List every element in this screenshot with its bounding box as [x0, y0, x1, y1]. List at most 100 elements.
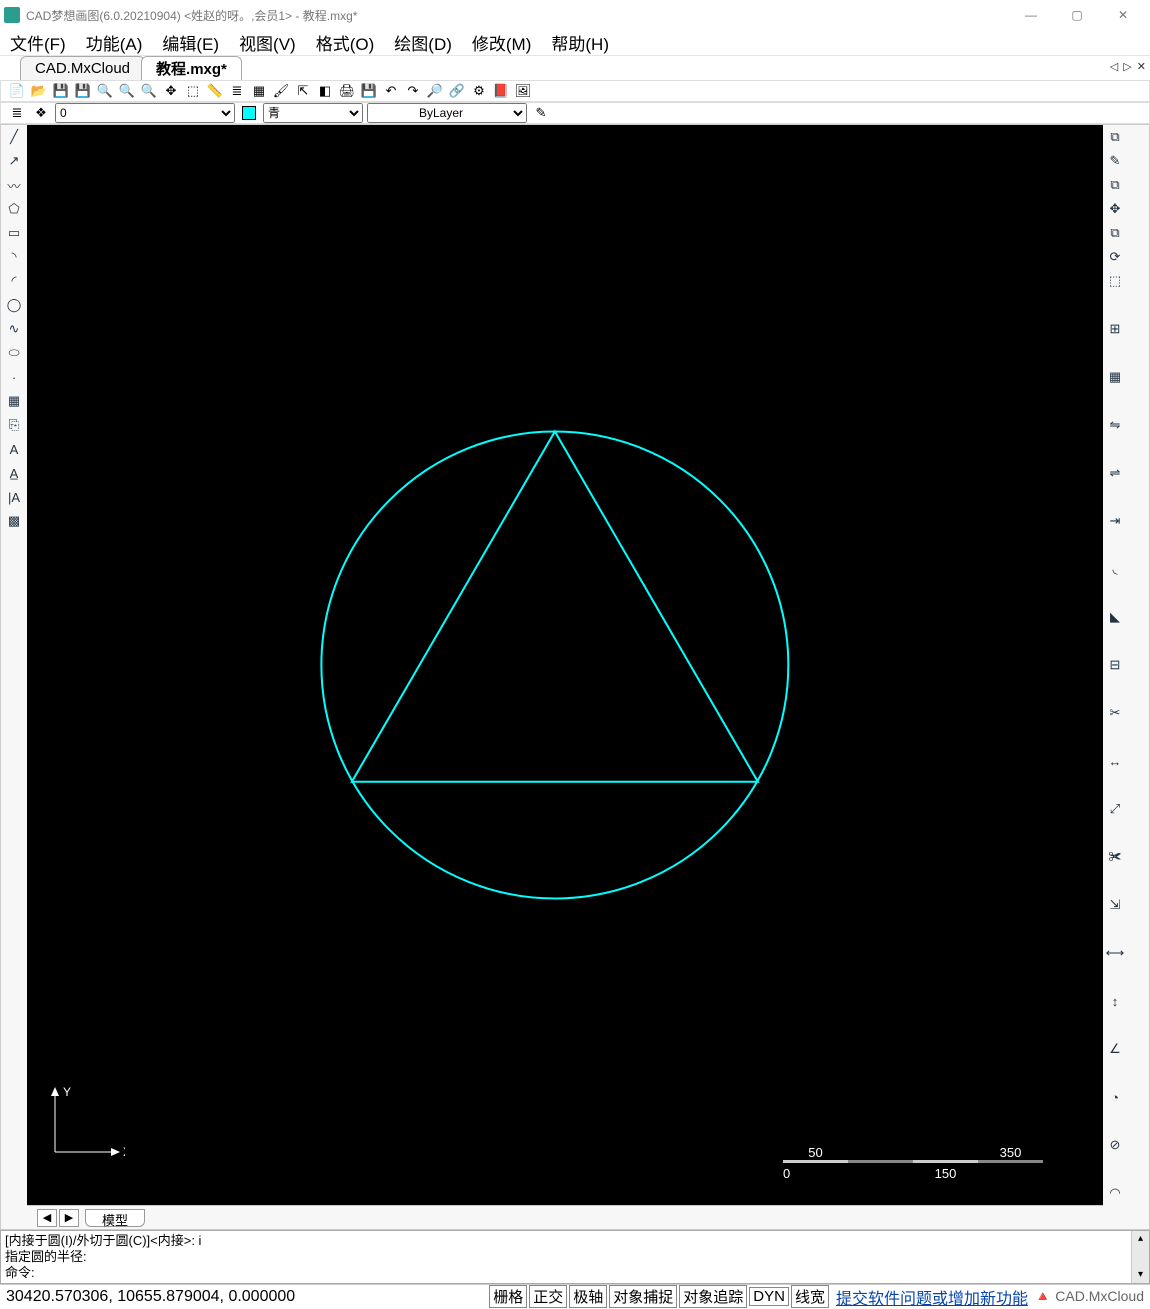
dim-r-icon[interactable]: ◔: [1104, 1086, 1126, 1108]
lineweight-icon[interactable]: ✎: [531, 103, 551, 123]
status-dyn[interactable]: DYN: [749, 1287, 789, 1306]
settings-icon[interactable]: ⚙: [469, 81, 489, 101]
tab-next-icon[interactable]: ▷: [1123, 61, 1131, 73]
scale-icon[interactable]: ⤢: [1104, 798, 1126, 820]
tab-close-icon[interactable]: ✕: [1137, 61, 1146, 73]
select-icon[interactable]: ⬚: [183, 81, 203, 101]
status-otrack[interactable]: 对象追踪: [679, 1285, 747, 1308]
hatch-tool-icon[interactable]: ▦: [3, 390, 25, 412]
copy2-icon[interactable]: ⧉: [1104, 222, 1126, 244]
arc-d-icon[interactable]: ◠: [1104, 1182, 1126, 1204]
menu-view[interactable]: 视图(V): [229, 30, 306, 55]
link-icon[interactable]: 🔗: [447, 81, 467, 101]
tab-left-icon[interactable]: ◀: [37, 1209, 57, 1227]
menu-draw[interactable]: 绘图(D): [384, 30, 462, 55]
status-grid[interactable]: 栅格: [489, 1285, 527, 1308]
open-icon[interactable]: 📂: [29, 81, 49, 101]
grid-icon[interactable]: ⊞: [1104, 318, 1126, 340]
status-lwt[interactable]: 线宽: [791, 1285, 829, 1308]
image-icon[interactable]: 🖼: [513, 81, 533, 101]
stretch-icon[interactable]: ↔: [1104, 750, 1126, 772]
copy-icon[interactable]: ⧉: [1104, 174, 1126, 196]
find-icon[interactable]: 🔎: [425, 81, 445, 101]
arc-tool-icon[interactable]: ◝: [3, 246, 25, 268]
pdf-icon[interactable]: 📕: [491, 81, 511, 101]
tab-right-icon[interactable]: ▶: [59, 1209, 79, 1227]
dim-v-icon[interactable]: ↕: [1104, 990, 1126, 1012]
dim-ang-icon[interactable]: ∠: [1104, 1038, 1126, 1060]
linetype-select[interactable]: ByLayer: [367, 103, 527, 123]
mirror-icon[interactable]: ⇋: [1104, 414, 1126, 436]
menu-function[interactable]: 功能(A): [76, 30, 153, 55]
status-ortho[interactable]: 正交: [529, 1285, 567, 1308]
brush-icon[interactable]: 🖌: [271, 81, 291, 101]
pencil-icon[interactable]: ✎: [1104, 150, 1126, 172]
maximize-button[interactable]: ▢: [1054, 0, 1100, 30]
zoom-in-icon[interactable]: 🔍: [95, 81, 115, 101]
zoom-extents-icon[interactable]: 🔍: [139, 81, 159, 101]
line-tool-icon[interactable]: ╱: [3, 126, 25, 148]
menu-file[interactable]: 文件(F): [0, 30, 76, 55]
menu-modify[interactable]: 修改(M): [462, 30, 541, 55]
status-polar[interactable]: 极轴: [569, 1285, 607, 1308]
polygon-tool-icon[interactable]: ⬠: [3, 198, 25, 220]
undo-icon[interactable]: ↶: [381, 81, 401, 101]
color-icon[interactable]: ◧: [315, 81, 335, 101]
menu-edit[interactable]: 编辑(E): [152, 30, 229, 55]
saveas-icon[interactable]: 💾: [73, 81, 93, 101]
hatch-icon[interactable]: ▦: [249, 81, 269, 101]
feedback-link[interactable]: 提交软件问题或增加新功能: [836, 1285, 1028, 1309]
pan-icon[interactable]: ✥: [161, 81, 181, 101]
spline-tool-icon[interactable]: ∿: [3, 318, 25, 340]
status-osnap[interactable]: 对象捕捉: [609, 1285, 677, 1308]
ray-tool-icon[interactable]: ↗: [3, 150, 25, 172]
fillet-icon[interactable]: ◟: [1104, 558, 1126, 580]
new-icon[interactable]: 📄: [7, 81, 27, 101]
redo-icon[interactable]: ↷: [403, 81, 423, 101]
color-select[interactable]: 青: [263, 103, 363, 123]
zoom-out-icon[interactable]: 🔍: [117, 81, 137, 101]
print-icon[interactable]: 🖨: [337, 81, 357, 101]
insert-tool-icon[interactable]: ⎘: [3, 414, 25, 436]
ellipse-tool-icon[interactable]: ⬭: [3, 342, 25, 364]
layers-icon[interactable]: ≣: [227, 81, 247, 101]
offset-icon[interactable]: ⇥: [1104, 510, 1126, 532]
cloud-label[interactable]: 🔺 CAD.MxCloud: [1034, 1288, 1144, 1305]
copy-b-icon[interactable]: ⧉: [1104, 126, 1126, 148]
export-icon[interactable]: ⇱: [293, 81, 313, 101]
close-button[interactable]: ✕: [1100, 0, 1146, 30]
text-tool-icon[interactable]: A: [3, 438, 25, 460]
mirror2-icon[interactable]: ⇌: [1104, 462, 1126, 484]
color-picker-icon[interactable]: [239, 103, 259, 123]
drawing-canvas[interactable]: Y X 50 350 0 150: [27, 125, 1103, 1205]
arc2-tool-icon[interactable]: ◜: [3, 270, 25, 292]
move-icon[interactable]: ✥: [1104, 198, 1126, 220]
break-icon[interactable]: ⊟: [1104, 654, 1126, 676]
block-tool-icon[interactable]: ▩: [3, 510, 25, 532]
rotate-icon[interactable]: ⟳: [1104, 246, 1126, 268]
mtext-tool-icon[interactable]: A̲: [3, 462, 25, 484]
polyline-tool-icon[interactable]: 〰: [3, 174, 25, 196]
save-icon[interactable]: 💾: [51, 81, 71, 101]
save2-icon[interactable]: 💾: [359, 81, 379, 101]
measure-icon[interactable]: 📏: [205, 81, 225, 101]
rect-tool-icon[interactable]: ▭: [3, 222, 25, 244]
select2-icon[interactable]: ⬚: [1104, 270, 1126, 292]
ia-tool-icon[interactable]: |A: [3, 486, 25, 508]
circle-tool-icon[interactable]: ◯: [3, 294, 25, 316]
array-icon[interactable]: ▦: [1104, 366, 1126, 388]
cmd-scrollbar[interactable]: ▴▾: [1131, 1231, 1149, 1283]
trim-icon[interactable]: ✀: [1104, 846, 1126, 868]
menu-format[interactable]: 格式(O): [306, 30, 385, 55]
point-tool-icon[interactable]: ·: [3, 366, 25, 388]
layer-manager-icon[interactable]: ≣: [7, 103, 27, 123]
menu-help[interactable]: 帮助(H): [541, 30, 619, 55]
tab-prev-icon[interactable]: ◁: [1110, 61, 1118, 73]
layer-state-icon[interactable]: ❖: [31, 103, 51, 123]
minimize-button[interactable]: ―: [1008, 0, 1054, 30]
command-area[interactable]: [内接于圆(I)/外切于圆(C)]<内接>: i 指定圆的半径: 命令: ▴▾: [0, 1230, 1150, 1284]
layer-select[interactable]: 0: [55, 103, 235, 123]
extend-icon[interactable]: ⇲: [1104, 894, 1126, 916]
hatch-r-icon[interactable]: ✂: [1104, 702, 1126, 724]
dim-h-icon[interactable]: ⟷: [1104, 942, 1126, 964]
